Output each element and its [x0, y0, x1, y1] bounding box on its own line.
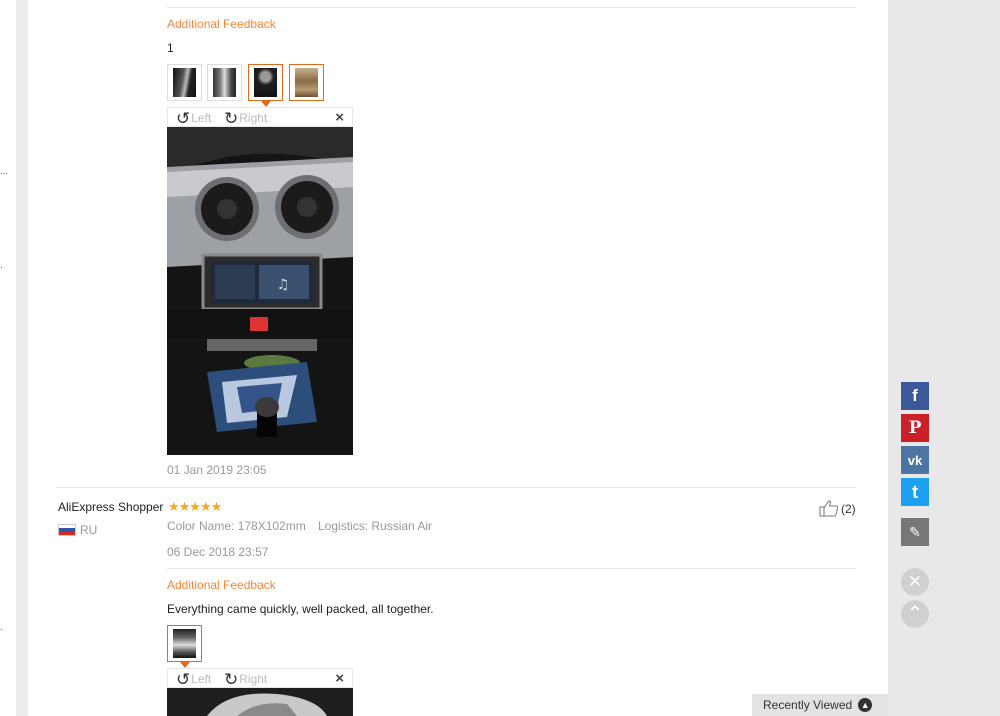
- back-to-top-button[interactable]: ⌃: [901, 600, 929, 628]
- reviews-panel: Additional Feedback 1 ↺ Left ↻ Right × ♫…: [28, 0, 888, 716]
- helpful-count: (2): [841, 501, 856, 516]
- chevron-up-icon: ⌃: [906, 603, 924, 625]
- facebook-icon: f: [912, 386, 918, 405]
- svg-text:♫: ♫: [277, 277, 290, 293]
- facebook-share-button[interactable]: f: [901, 382, 929, 410]
- photo-thumbnail[interactable]: [207, 64, 242, 101]
- twitter-share-button[interactable]: t: [901, 478, 929, 506]
- star-rating: ★★★★★: [168, 499, 222, 514]
- additional-feedback-label: Additional Feedback: [167, 578, 276, 592]
- rotate-right-icon: ↻: [224, 669, 239, 689]
- pinterest-share-button[interactable]: P: [901, 414, 929, 442]
- close-sidebar-button[interactable]: ✕: [901, 568, 929, 596]
- additional-feedback-label: Additional Feedback: [167, 17, 276, 31]
- truncated-text: .: [0, 260, 3, 271]
- product-photo: [167, 688, 353, 716]
- photo-thumbnail[interactable]: [167, 64, 202, 101]
- photo-viewer-toolbar: ↺ Left ↻ Right ×: [167, 107, 353, 127]
- buyer-country: RU: [80, 523, 98, 537]
- left-gutter: ... . .: [0, 0, 16, 716]
- rotate-right-button[interactable]: ↻ Right: [224, 669, 267, 689]
- review-date: 06 Dec 2018 23:57: [167, 545, 269, 559]
- twitter-icon: t: [912, 481, 918, 502]
- photo-viewer-toolbar: ↺ Left ↻ Right ×: [167, 668, 353, 688]
- rotate-left-icon: ↺: [176, 108, 191, 128]
- rotate-right-icon: ↻: [224, 108, 239, 128]
- russia-flag-icon: [58, 524, 76, 536]
- rotate-right-label: Right: [239, 111, 268, 125]
- rotate-left-label: Left: [191, 672, 212, 686]
- close-viewer-button[interactable]: ×: [335, 670, 344, 687]
- edit-feedback-button[interactable]: ✎: [901, 518, 929, 546]
- rotate-right-button[interactable]: ↻ Right: [224, 108, 267, 128]
- recently-viewed-tab[interactable]: Recently Viewed ▲: [752, 694, 888, 716]
- chevron-up-icon: ▲: [858, 698, 873, 712]
- truncated-text: ...: [0, 166, 9, 177]
- pinterest-icon: P: [908, 418, 922, 438]
- rotate-left-label: Left: [191, 111, 212, 125]
- logistics: Logistics: Russian Air: [318, 519, 433, 533]
- feedback-text: 1: [167, 41, 174, 55]
- feedback-text: Everything came quickly, well packed, al…: [167, 602, 434, 616]
- rotate-left-button[interactable]: ↺ Left: [176, 669, 211, 689]
- review-photo-large: ♫: [167, 127, 353, 455]
- vk-icon: vk: [907, 452, 923, 468]
- thumbs-up-icon: [819, 500, 839, 517]
- pencil-icon: ✎: [909, 523, 921, 540]
- helpful-button[interactable]: (2): [819, 500, 856, 517]
- rotate-right-label: Right: [239, 672, 268, 686]
- close-icon: ✕: [907, 572, 923, 591]
- divider: [167, 7, 856, 8]
- rotate-left-button[interactable]: ↺ Left: [176, 108, 211, 128]
- photo-thumbnail[interactable]: [289, 64, 324, 101]
- car-dashboard-photo: ♫: [167, 127, 353, 455]
- recently-viewed-label: Recently Viewed: [763, 698, 853, 712]
- divider: [56, 487, 856, 488]
- review-photo-large: [167, 688, 353, 716]
- buyer-name: AliExpress Shopper: [58, 500, 164, 514]
- gutter-separator: [16, 0, 28, 716]
- photo-thumbnail-selected[interactable]: [167, 625, 202, 662]
- close-viewer-button[interactable]: ×: [335, 109, 344, 126]
- truncated-text: .: [0, 622, 3, 633]
- review-date: 01 Jan 2019 23:05: [167, 463, 267, 477]
- vk-share-button[interactable]: vk: [901, 446, 929, 474]
- rotate-left-icon: ↺: [176, 669, 191, 689]
- photo-thumbnail-selected[interactable]: [248, 64, 283, 101]
- divider: [167, 568, 856, 569]
- color-name: Color Name: 178X102mm: [167, 519, 306, 533]
